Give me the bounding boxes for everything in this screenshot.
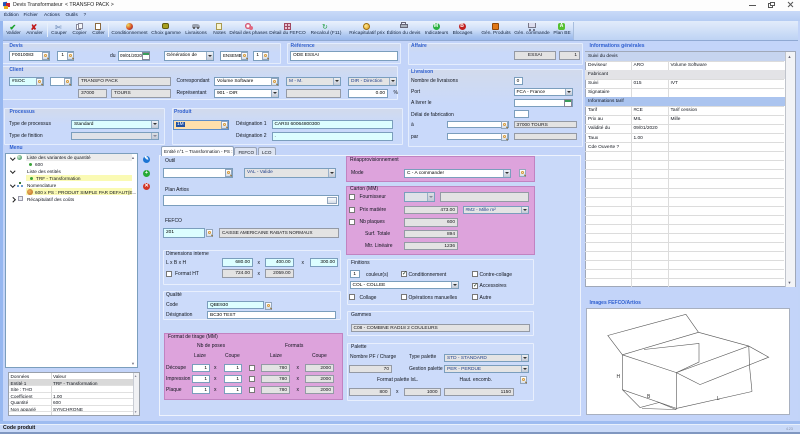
svg-text:L: L <box>717 396 720 402</box>
svg-text:H: H <box>617 374 621 380</box>
